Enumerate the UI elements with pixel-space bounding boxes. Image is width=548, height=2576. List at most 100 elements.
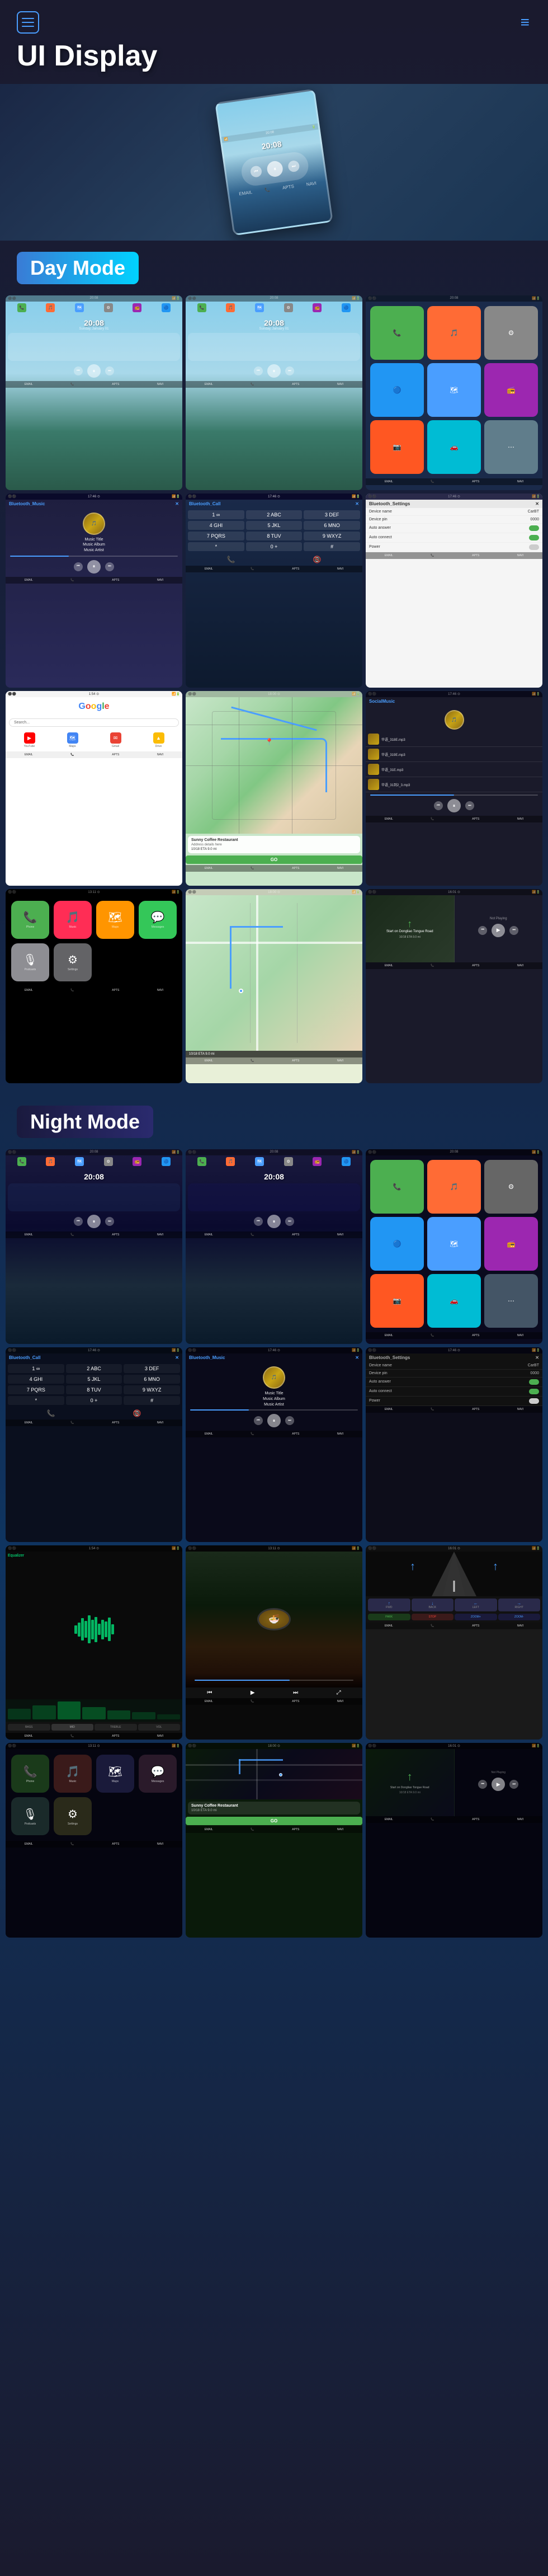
rc-btn-4[interactable]: → RIGHT bbox=[498, 1599, 541, 1611]
key-8[interactable]: 8 TUV bbox=[246, 532, 303, 540]
nk-9[interactable]: 9 WXYZ bbox=[124, 1385, 180, 1394]
split-prev[interactable]: ⏮ bbox=[478, 926, 487, 935]
track-4[interactable]: 华语_31到2_3.mp3 bbox=[366, 777, 542, 792]
ncp-maps[interactable]: 🗺 Maps bbox=[96, 1755, 134, 1793]
n2-play[interactable]: ⏸ bbox=[267, 1215, 281, 1228]
nk-7[interactable]: 7 PQRS bbox=[8, 1385, 64, 1394]
n2-prev[interactable]: ⏮ bbox=[254, 1217, 263, 1226]
play-control-2[interactable]: ⏸ bbox=[267, 364, 281, 378]
end-btn[interactable]: 📵 bbox=[313, 556, 322, 563]
waze-icon-grid[interactable]: 🗺 bbox=[427, 363, 481, 417]
n-bt-icon[interactable]: 🔵 bbox=[162, 1157, 171, 1166]
night-call-btn[interactable]: 📞 bbox=[47, 1409, 55, 1417]
n-play[interactable]: ⏸ bbox=[87, 1215, 101, 1228]
ng-maps[interactable]: 🗺 bbox=[427, 1217, 481, 1271]
ng-settings[interactable]: ⚙ bbox=[484, 1160, 538, 1214]
n-settings-icon[interactable]: ⚙ bbox=[104, 1157, 113, 1166]
ncp-messages[interactable]: 💬 Messages bbox=[139, 1755, 177, 1793]
nk-6[interactable]: 6 MNO bbox=[124, 1375, 180, 1384]
cam-icon-grid[interactable]: 📷 bbox=[370, 420, 424, 474]
n2-music-icon[interactable]: 🎵 bbox=[226, 1157, 235, 1166]
menu-dots-icon[interactable]: ≡ bbox=[521, 13, 531, 31]
radio-icon-grid[interactable]: 📻 bbox=[484, 363, 538, 417]
eq-s5[interactable] bbox=[107, 1710, 130, 1719]
phone-app-icon[interactable]: 📞 bbox=[17, 303, 26, 312]
eq-btn-2[interactable]: MID bbox=[51, 1724, 94, 1731]
night-sp-play[interactable]: ▶ bbox=[492, 1778, 505, 1791]
hamburger-menu[interactable] bbox=[17, 11, 39, 34]
n-phone-icon[interactable]: 📞 bbox=[17, 1157, 26, 1166]
social-play[interactable]: ⏸ bbox=[447, 799, 461, 812]
rc-btn-3[interactable]: ← LEFT bbox=[455, 1599, 497, 1611]
radio-app-icon[interactable]: 📻 bbox=[133, 303, 141, 312]
ng-radio[interactable]: 📻 bbox=[484, 1217, 538, 1271]
nk-2[interactable]: 2 ABC bbox=[66, 1364, 122, 1373]
eq-btn-1[interactable]: BASS bbox=[8, 1724, 50, 1731]
maps-app-icon-2[interactable]: 🗺 bbox=[255, 303, 264, 312]
social-next[interactable]: ⏭ bbox=[465, 801, 474, 810]
key-3[interactable]: 3 DEF bbox=[304, 510, 360, 519]
n2-radio-icon[interactable]: 📻 bbox=[313, 1157, 322, 1166]
nk-hash[interactable]: # bbox=[124, 1396, 180, 1405]
music-app-icon[interactable]: 🎵 bbox=[46, 303, 55, 312]
call-btn[interactable]: 📞 bbox=[227, 556, 235, 563]
n-prev[interactable]: ⏮ bbox=[74, 1217, 83, 1226]
ng-phone[interactable]: 📞 bbox=[370, 1160, 424, 1214]
music-icon-grid[interactable]: 🎵 bbox=[427, 306, 481, 360]
night-prev[interactable]: ⏮ bbox=[254, 1416, 263, 1425]
shortcut-maps[interactable]: 🗺 Maps bbox=[52, 732, 93, 748]
eq-s7[interactable] bbox=[157, 1714, 180, 1720]
night-music-back[interactable]: ✕ bbox=[355, 1355, 359, 1360]
car-icon-grid[interactable]: 🚗 bbox=[427, 420, 481, 474]
music-app-icon-2[interactable]: 🎵 bbox=[226, 303, 235, 312]
bt-icon-grid[interactable]: 🔵 bbox=[370, 363, 424, 417]
bt-call-back[interactable]: ✕ bbox=[355, 501, 359, 506]
ng-music[interactable]: 🎵 bbox=[427, 1160, 481, 1214]
key-2[interactable]: 2 ABC bbox=[246, 510, 303, 519]
track-1[interactable]: 华语_318E.mp3 bbox=[366, 732, 542, 747]
rc-btn-6[interactable]: STOP bbox=[412, 1614, 454, 1620]
play-control[interactable]: ⏸ bbox=[87, 364, 101, 378]
n-next[interactable]: ⏭ bbox=[105, 1217, 114, 1226]
n2-next[interactable]: ⏭ bbox=[285, 1217, 294, 1226]
bt-back-btn[interactable]: ✕ bbox=[175, 501, 179, 506]
google-search-bar[interactable]: Search... bbox=[9, 718, 179, 727]
maps-app-icon[interactable]: 🗺 bbox=[75, 303, 84, 312]
go-button[interactable]: GO bbox=[186, 855, 362, 864]
key-7[interactable]: 7 PQRS bbox=[188, 532, 244, 540]
eq-btn-4[interactable]: VOL bbox=[138, 1724, 181, 1731]
nk-star[interactable]: * bbox=[8, 1396, 64, 1405]
n2-phone-icon[interactable]: 📞 bbox=[197, 1157, 206, 1166]
rc-btn-8[interactable]: ZOOM- bbox=[498, 1614, 541, 1620]
ncp-podcasts[interactable]: 🎙 Podcasts bbox=[11, 1797, 49, 1835]
night-sp-prev[interactable]: ⏮ bbox=[478, 1780, 487, 1789]
shortcut-youtube[interactable]: ▶ YouTube bbox=[9, 732, 50, 748]
nk-4[interactable]: 4 GHI bbox=[8, 1375, 64, 1384]
radio-app-icon-2[interactable]: 📻 bbox=[313, 303, 322, 312]
ng-bt[interactable]: 🔵 bbox=[370, 1217, 424, 1271]
track-3[interactable]: 华语_31E.mp3 bbox=[366, 762, 542, 777]
next-btn[interactable]: ⏭ bbox=[287, 160, 300, 173]
split-play[interactable]: ▶ bbox=[492, 924, 505, 937]
social-prev[interactable]: ⏮ bbox=[434, 801, 443, 810]
ncp-settings[interactable]: ⚙ Settings bbox=[54, 1797, 92, 1835]
prev-control-2[interactable]: ⏮ bbox=[254, 366, 263, 375]
track-2[interactable]: 华语_319E.mp3 bbox=[366, 747, 542, 762]
shortcut-gmail[interactable]: ✉ Gmail bbox=[95, 732, 136, 748]
rc-btn-7[interactable]: ZOOM+ bbox=[455, 1614, 497, 1620]
video-play-btn[interactable]: ▶ bbox=[251, 1690, 255, 1696]
night-pw-toggle[interactable] bbox=[529, 1398, 539, 1404]
ncp-music[interactable]: 🎵 Music bbox=[54, 1755, 92, 1793]
cp-maps-app[interactable]: 🗺 Maps bbox=[96, 901, 134, 939]
key-hash[interactable]: # bbox=[304, 542, 360, 551]
auto-answer-toggle[interactable] bbox=[529, 525, 539, 531]
play-music[interactable]: ⏸ bbox=[87, 560, 101, 574]
eq-s6[interactable] bbox=[132, 1712, 155, 1719]
play-pause-btn[interactable]: ⏸ bbox=[266, 160, 284, 178]
key-0[interactable]: 0 + bbox=[246, 542, 303, 551]
key-4[interactable]: 4 GHI bbox=[188, 521, 244, 530]
auto-connect-toggle[interactable] bbox=[529, 535, 539, 540]
cp-podcasts[interactable]: 🎙 Podcasts bbox=[11, 943, 49, 981]
n-music-icon[interactable]: 🎵 bbox=[46, 1157, 55, 1166]
ng-more[interactable]: ⋯ bbox=[484, 1274, 538, 1328]
